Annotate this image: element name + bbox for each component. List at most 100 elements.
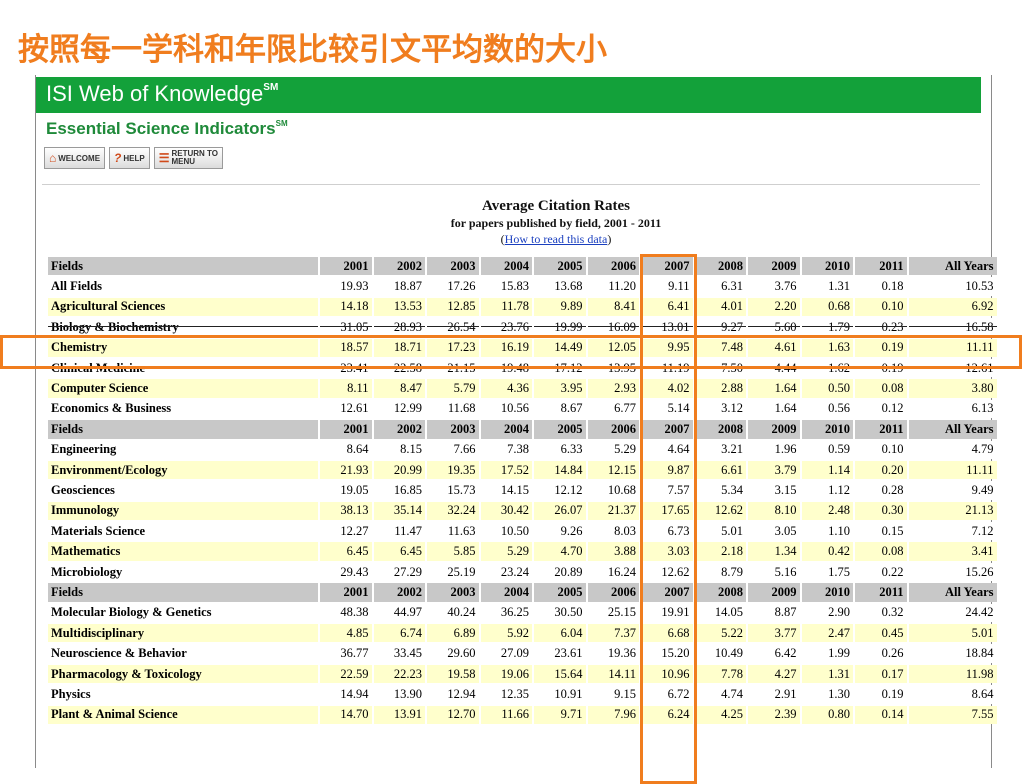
citation-rate-cell: 14.15: [480, 481, 532, 500]
citation-rate-cell: 17.52: [480, 460, 532, 480]
citation-rate-cell: 24.42: [908, 603, 997, 623]
product-title: Essential Science IndicatorsSM: [46, 119, 288, 139]
citation-rate-cell: 19.48: [480, 358, 532, 378]
citation-rate-cell: 23.24: [480, 562, 532, 582]
citation-rate-cell: 21.15: [427, 358, 479, 378]
return-label-line2: MENU: [171, 157, 196, 166]
brand-name: ISI Web of Knowledge: [46, 81, 264, 106]
citation-rate-cell: 26.07: [534, 501, 586, 521]
citation-rate-cell: 18.57: [320, 338, 372, 357]
column-header: 2010: [801, 583, 853, 602]
return-to-menu-button[interactable]: ☰ RETURN TO MENU: [153, 147, 224, 169]
citation-rate-cell: 19.36: [587, 644, 639, 663]
citation-rate-cell: 1.99: [801, 644, 853, 663]
help-button[interactable]: ? HELP: [109, 147, 150, 169]
citation-rate-cell: 1.34: [748, 542, 800, 561]
crop-line: [427, 326, 479, 328]
crop-line: [373, 326, 425, 328]
citation-rate-cell: 11.19: [641, 358, 693, 378]
question-icon: ?: [114, 151, 122, 165]
citation-rate-cell: 3.21: [694, 440, 746, 459]
citation-rate-cell: 48.38: [320, 603, 372, 623]
citation-rate-cell: 11.68: [427, 399, 479, 419]
citation-rate-cell: 17.26: [427, 277, 479, 296]
field-name-cell: Pharmacology & Toxicology: [48, 664, 318, 684]
citation-rate-cell: 6.73: [641, 522, 693, 541]
citation-rate-cell: 12.99: [373, 399, 425, 419]
citation-rate-cell: 5.29: [480, 542, 532, 561]
citation-rate-cell: 32.24: [427, 501, 479, 521]
citation-rate-cell: 11.11: [908, 460, 997, 480]
citation-rate-cell: 19.99: [534, 318, 586, 337]
citation-rate-cell: 18.71: [373, 338, 425, 357]
citation-rate-cell: 8.41: [587, 297, 639, 317]
citation-rate-cell: 11.20: [587, 277, 639, 296]
product-name: Essential Science Indicators: [46, 119, 276, 138]
field-name-cell: All Fields: [48, 277, 318, 296]
citation-rate-cell: 11.11: [908, 338, 997, 357]
table-row: Materials Science 12.27 11.47 11.63 10.50 9.2…: [48, 522, 997, 541]
citation-rate-cell: 7.48: [694, 338, 746, 357]
citation-rate-cell: 4.27: [748, 664, 800, 684]
citation-rate-cell: 15.73: [427, 481, 479, 500]
citation-rate-cell: 0.08: [855, 542, 907, 561]
citation-rate-cell: 0.17: [855, 664, 907, 684]
table-row: Engineering 8.64 8.15 7.66 7.38 6.33 5.29 4.64 3…: [48, 440, 997, 459]
isi-header-bar: ISI Web of KnowledgeSM: [36, 77, 981, 113]
citation-rate-cell: 21.93: [320, 460, 372, 480]
citation-rate-cell: 7.96: [587, 705, 639, 724]
citation-rate-cell: 4.02: [641, 379, 693, 398]
menu-icon: ☰: [158, 151, 170, 165]
citation-rate-cell: 5.60: [748, 318, 800, 337]
citation-rate-cell: 7.38: [480, 440, 532, 459]
citation-rate-cell: 8.67: [534, 399, 586, 419]
citation-rate-cell: 23.41: [320, 358, 372, 378]
brand-text[interactable]: ISI Web of KnowledgeSM: [46, 81, 278, 107]
citation-rate-cell: 6.72: [641, 685, 693, 704]
column-header: All Years: [908, 583, 997, 602]
citation-rate-cell: 19.05: [320, 481, 372, 500]
citation-rate-cell: 12.94: [427, 685, 479, 704]
citation-rates-table: Fields 2001 2002 2003 2004 2005 2006 2007 2008 20…: [46, 255, 999, 726]
citation-rate-cell: 0.80: [801, 705, 853, 724]
citation-rate-cell: 4.25: [694, 705, 746, 724]
column-header: 2002: [373, 257, 425, 276]
citation-rate-cell: 1.79: [801, 318, 853, 337]
citation-rate-cell: 4.70: [534, 542, 586, 561]
welcome-button[interactable]: ⌂ WELCOME: [44, 147, 106, 169]
citation-rate-cell: 3.88: [587, 542, 639, 561]
citation-rate-cell: 0.20: [855, 460, 907, 480]
citation-rate-cell: 0.10: [855, 297, 907, 317]
citation-rate-cell: 14.05: [694, 603, 746, 623]
citation-rate-cell: 35.14: [373, 501, 425, 521]
citation-rate-cell: 14.94: [320, 685, 372, 704]
citation-rate-cell: 14.70: [320, 705, 372, 724]
citation-rate-cell: 5.85: [427, 542, 479, 561]
citation-rate-cell: 16.58: [908, 318, 997, 337]
citation-rate-cell: 13.01: [641, 318, 693, 337]
column-header: 2009: [748, 257, 800, 276]
table-header-row: Fields 2001 2002 2003 2004 2005 2006 2007 2008 20…: [48, 583, 997, 602]
citation-rate-cell: 13.90: [373, 685, 425, 704]
citation-rate-cell: 13.68: [534, 277, 586, 296]
crop-line: [480, 326, 532, 328]
citation-rate-cell: 7.55: [908, 705, 997, 724]
citation-rate-cell: 13.95: [587, 358, 639, 378]
citation-rate-cell: 0.10: [855, 440, 907, 459]
column-header: All Years: [908, 257, 997, 276]
citation-rate-cell: 10.68: [587, 481, 639, 500]
citation-rate-cell: 22.58: [373, 358, 425, 378]
citation-rate-cell: 3.41: [908, 542, 997, 561]
citation-rate-cell: 11.47: [373, 522, 425, 541]
how-to-read-link[interactable]: How to read this data: [505, 232, 608, 246]
citation-rate-cell: 16.85: [373, 481, 425, 500]
citation-rate-cell: 12.12: [534, 481, 586, 500]
help-link-line: (How to read this data): [311, 232, 801, 247]
column-header: 2004: [480, 257, 532, 276]
field-name-cell: Immunology: [48, 501, 318, 521]
citation-rate-cell: 8.11: [320, 379, 372, 398]
crop-line: [801, 326, 853, 328]
table-row: Geosciences 19.05 16.85 15.73 14.15 12.12 10.6…: [48, 481, 997, 500]
column-header: 2005: [534, 583, 586, 602]
field-name-cell: Computer Science: [48, 379, 318, 398]
